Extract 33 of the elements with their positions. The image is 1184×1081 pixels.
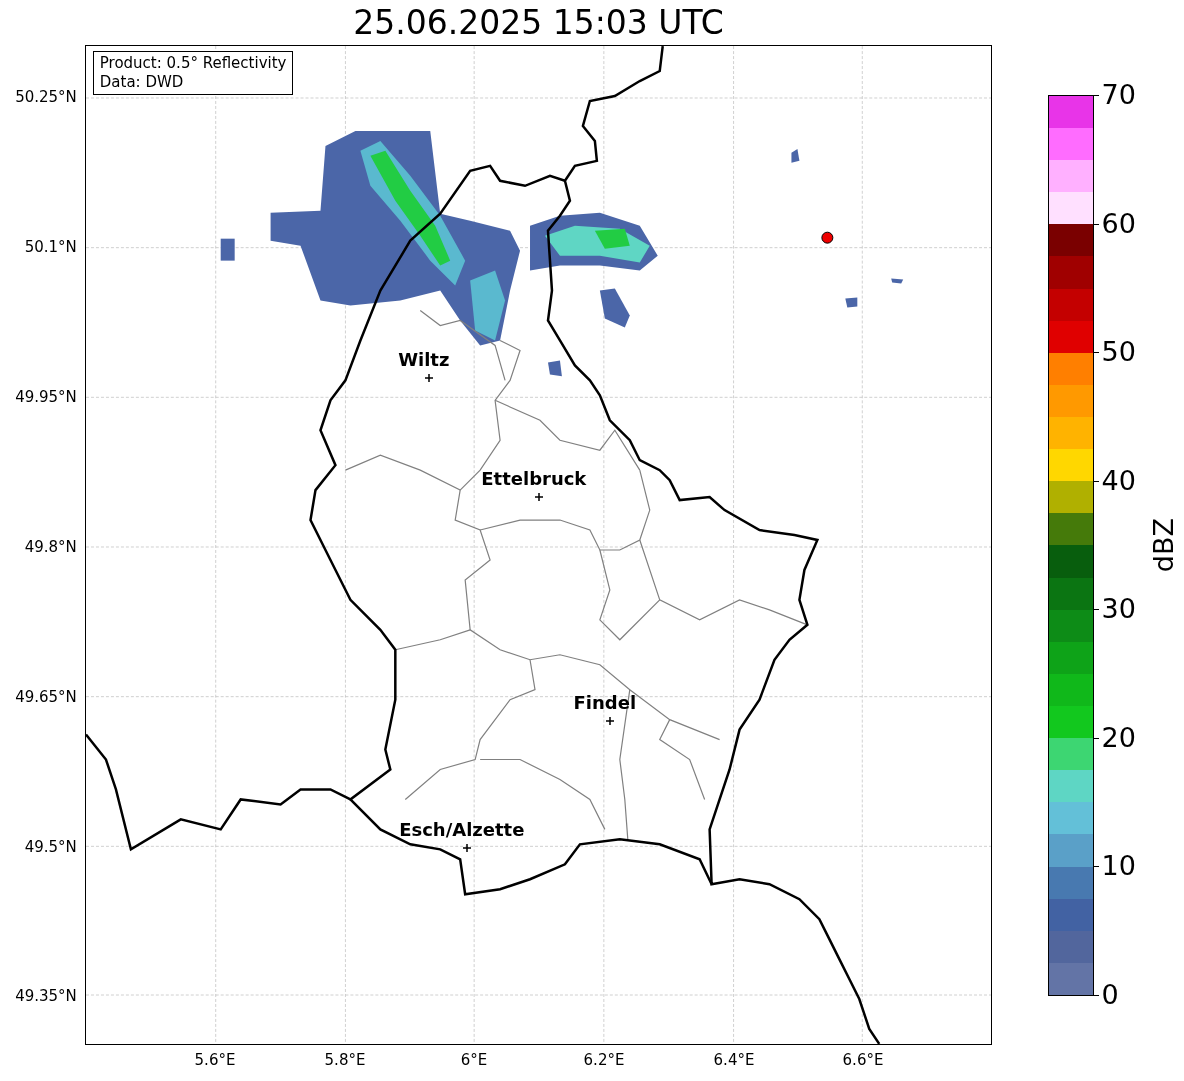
info-text: Product: 0.5° Reflectivity (99, 54, 287, 73)
longitude-label: 6.4°E (713, 1051, 755, 1069)
colorbar-tick-label: 30 (1101, 594, 1136, 625)
longitude-label: 6°E (460, 1051, 488, 1069)
colorbar-tick-label: 20 (1101, 722, 1136, 753)
city-marker-icon (605, 717, 614, 725)
latitude-label: 49.65°N (15, 688, 77, 706)
longitude-label: 6.6°E (842, 1051, 884, 1069)
latitude-label: 50.1°N (24, 238, 77, 256)
city-label: Findel (573, 693, 637, 713)
colorbar-tick-label: 40 (1101, 465, 1136, 496)
latitude-label: 49.35°N (15, 987, 77, 1005)
longitude-label: 6.2°E (583, 1051, 625, 1069)
chart-title: 25.06.2025 15:03 UTC (353, 2, 724, 44)
colorbar-tick-label: 50 (1101, 337, 1136, 368)
latitude-label: 49.8°N (24, 538, 77, 556)
city-marker-icon (534, 493, 543, 501)
city-label: Esch/Alzette (399, 820, 525, 840)
city-marker-icon (424, 374, 433, 382)
colorbar-tick-label: 0 (1101, 980, 1119, 1010)
longitude-label: 5.6°E (194, 1051, 236, 1069)
colorbar-tick-label: 10 (1101, 851, 1136, 882)
city-label: Wiltz (398, 350, 450, 370)
city-marker-icon (462, 844, 471, 852)
latitude-label: 49.5°N (24, 838, 77, 856)
colorbar-tick-label: 60 (1101, 208, 1136, 239)
longitude-label: 5.8°E (324, 1051, 366, 1069)
colorbar-label: dBZ (1146, 518, 1180, 573)
latitude-label: 49.95°N (15, 388, 77, 406)
colorbar-tick-label: 70 (1101, 80, 1136, 110)
latitude-label: 50.25°N (15, 88, 77, 106)
info-text: Data: DWD (99, 73, 185, 92)
city-label: Ettelbruck (481, 469, 587, 489)
